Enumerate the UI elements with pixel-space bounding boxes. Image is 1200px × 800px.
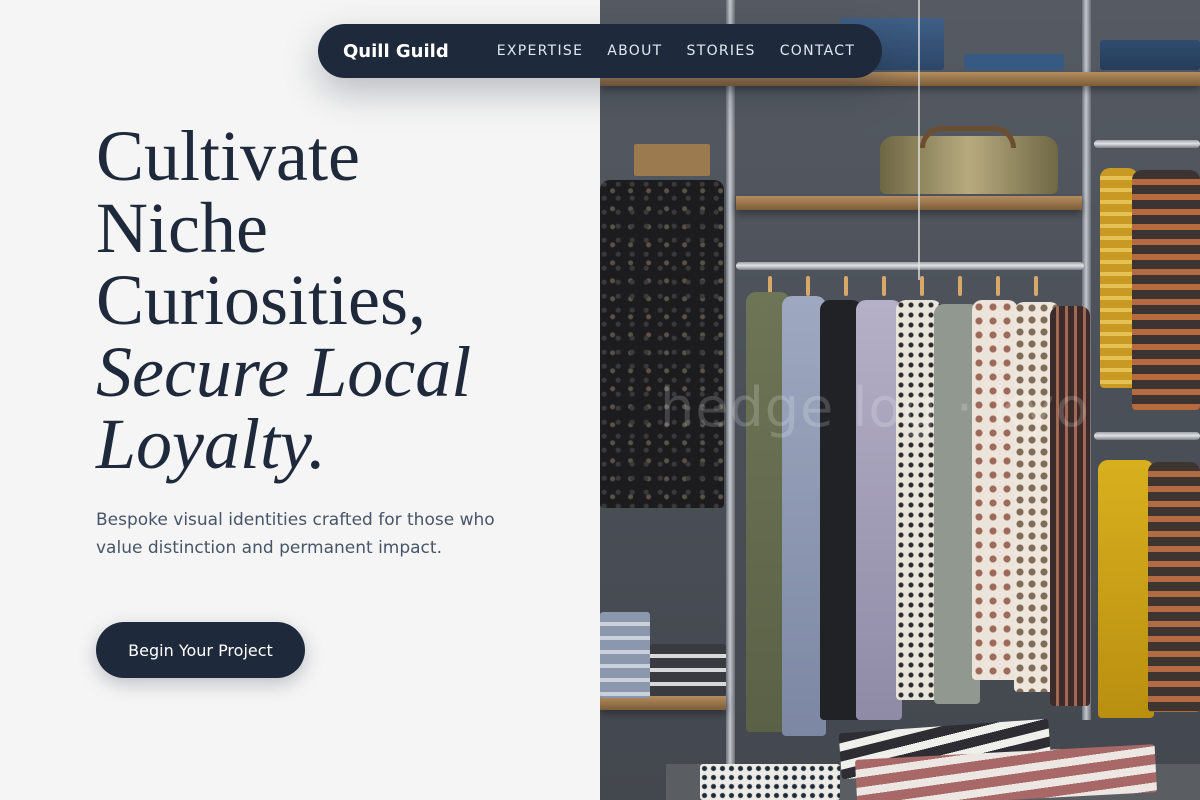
hanger-hook	[1034, 276, 1038, 296]
folded-stack	[600, 612, 650, 698]
clothing-rail	[1094, 140, 1200, 148]
headline-line-1: Cultivate	[96, 116, 360, 196]
folded-knit	[700, 764, 840, 800]
nav-link-stories[interactable]: STORIES	[687, 43, 756, 59]
hanger-hook	[920, 276, 924, 296]
folded-denim	[964, 54, 1064, 70]
floral-black-dress	[600, 180, 724, 508]
striped-shirt	[1148, 462, 1200, 712]
headline-line-2: Niche	[96, 188, 268, 268]
begin-project-button[interactable]: Begin Your Project	[96, 622, 305, 678]
headline-italic-line-2: Loyalty.	[96, 404, 326, 484]
shelf	[600, 696, 726, 710]
hanger-hook	[882, 276, 886, 296]
hero-text-panel: Cultivate Niche Curiosities, Secure Loca…	[0, 0, 600, 800]
hanging-wire	[918, 0, 920, 280]
rose-print-dress	[972, 300, 1018, 680]
yellow-skirt	[1098, 460, 1154, 718]
folded-denim	[1100, 40, 1200, 70]
orange-striped-top	[1132, 170, 1200, 410]
hero-subtitle: Bespoke visual identities crafted for th…	[96, 510, 495, 558]
hanger-hook	[996, 276, 1000, 296]
wall-plaque	[634, 144, 710, 176]
nav-link-contact[interactable]: CONTACT	[780, 43, 856, 59]
nav-link-expertise[interactable]: EXPERTISE	[497, 43, 584, 59]
hero-headline: Cultivate Niche Curiosities, Secure Loca…	[96, 120, 576, 480]
clothing-rail	[1094, 432, 1200, 440]
headline-line-3: Curiosities,	[96, 260, 427, 340]
clothing-rail	[736, 262, 1084, 270]
nav-link-about[interactable]: ABOUT	[607, 43, 662, 59]
image-watermark: hedge log · kyo	[660, 376, 1090, 439]
hanger-hook	[958, 276, 962, 296]
folded-stack	[650, 644, 726, 696]
brand-logo-text[interactable]: Quill Guild	[343, 41, 449, 62]
hanger-hook	[806, 276, 810, 296]
striped-dress	[1050, 306, 1090, 706]
bag-handle	[920, 126, 1016, 148]
shelf	[736, 196, 1082, 210]
top-navbar: Quill Guild EXPERTISE ABOUT STORIES CONT…	[318, 24, 882, 78]
hanger-hook	[844, 276, 848, 296]
headline-italic-line-1: Secure Local	[96, 332, 472, 412]
